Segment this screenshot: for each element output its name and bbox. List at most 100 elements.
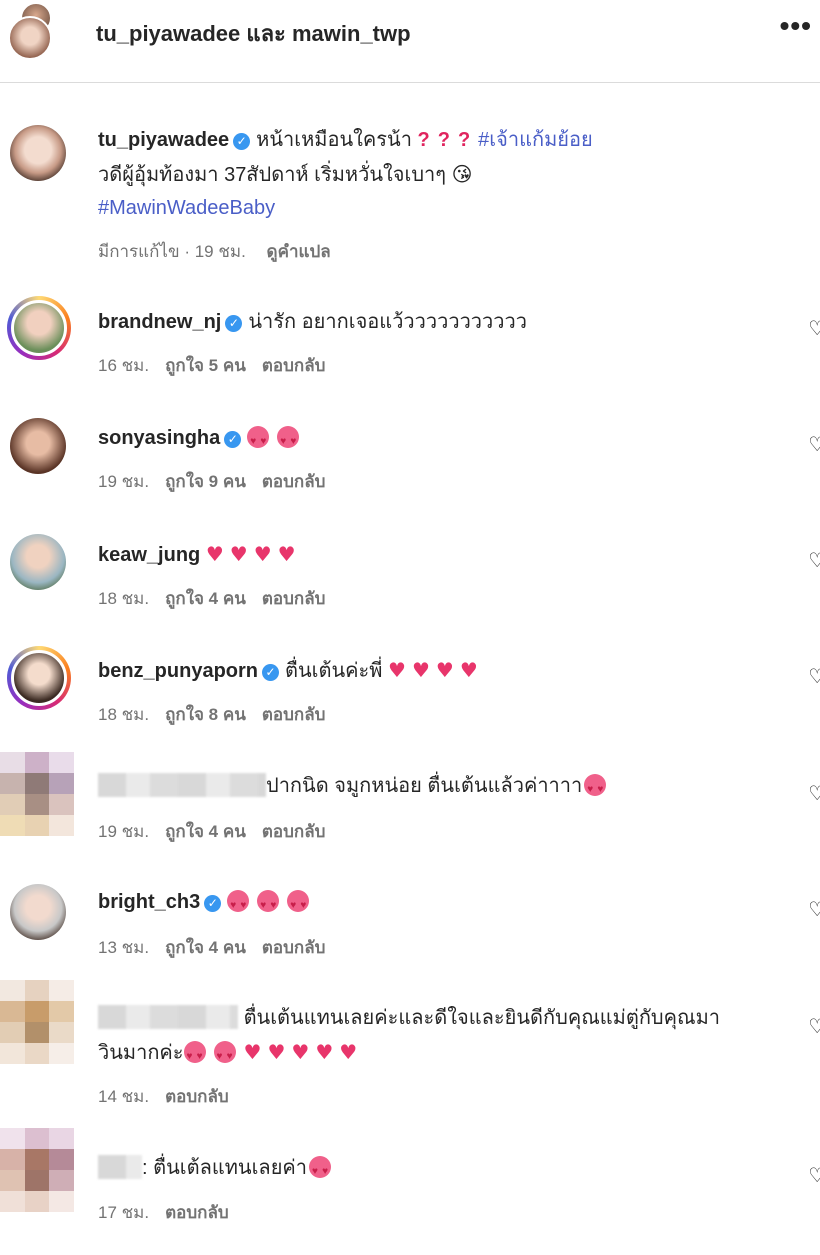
reply-button[interactable]: ตอบกลับ — [262, 589, 326, 608]
comment-likes[interactable]: ถูกใจ 8 คน — [165, 705, 246, 724]
comment-time: 19 ชม. — [98, 822, 150, 841]
comment-username[interactable]: keaw_jung — [98, 544, 200, 566]
avatar-blurred[interactable] — [0, 752, 74, 836]
hashtag-link[interactable]: #MawinWadeeBaby — [98, 197, 275, 219]
comment-2: sonyasingha ✓ — [98, 424, 307, 456]
more-options-icon[interactable]: ••• — [780, 10, 812, 42]
heart-outline-icon[interactable]: ♡ — [808, 316, 820, 341]
comment-likes[interactable]: ถูกใจ 4 คน — [165, 938, 246, 957]
reply-button[interactable]: ตอบกลับ — [262, 356, 326, 375]
reply-button[interactable]: ตอบกลับ — [262, 705, 326, 724]
comment-time: 18 ชม. — [98, 589, 150, 608]
comment-meta: 18 ชม. ถูกใจ 4 คน ตอบกลับ — [98, 585, 341, 612]
comment-time: 14 ชม. — [98, 1087, 150, 1106]
comment-text: : ตื่นเต้ลแทนเลยค่า — [142, 1157, 308, 1179]
comment-8: : ตื่นเต้ลแทนเลยค่า — [98, 1154, 339, 1186]
comment-likes[interactable]: ถูกใจ 4 คน — [165, 822, 246, 841]
comment-time: 18 ชม. — [98, 705, 150, 724]
heart-emoji: ♥ — [435, 658, 454, 682]
avatar-story-ring[interactable] — [7, 646, 71, 710]
heart-emoji: ♥ — [315, 1040, 334, 1064]
heart-outline-icon[interactable]: ♡ — [808, 781, 820, 806]
avatar-benz-punyaporn[interactable] — [11, 650, 67, 706]
post-header: tu_piyawadee และ mawin_twp ••• — [0, 0, 820, 83]
comment-text: วินมากค่ะ — [98, 1042, 184, 1064]
comment-meta: 19 ชม. ถูกใจ 4 คน ตอบกลับ — [98, 818, 341, 845]
comment-meta: 18 ชม. ถูกใจ 8 คน ตอบกลับ — [98, 701, 341, 728]
avatar-bright-ch3[interactable] — [10, 884, 66, 940]
reply-button[interactable]: ตอบกลับ — [262, 938, 326, 957]
avatar-blurred[interactable] — [0, 1128, 74, 1212]
heart-emoji: ♥ — [411, 658, 430, 682]
heart-emoji: ♥ — [339, 1040, 358, 1064]
comment-meta: 17 ชม. ตอบกลับ — [98, 1199, 245, 1226]
caption-time: มีการแก้ไข · 19 ชม. — [98, 242, 246, 261]
verified-badge-icon: ✓ — [262, 664, 280, 681]
avatar-story-ring[interactable] — [7, 296, 71, 360]
comment-username[interactable]: benz_punyaporn — [98, 660, 258, 682]
avatar-blurred[interactable] — [0, 980, 74, 1064]
reply-button[interactable]: ตอบกลับ — [165, 1087, 229, 1106]
comment-7-line-2: วินมากค่ะ♥ ♥♥ ♥ ♥ — [98, 1038, 363, 1071]
avatar-keaw-jung[interactable] — [10, 534, 66, 590]
comment-meta: 19 ชม. ถูกใจ 9 คน ตอบกลับ — [98, 468, 341, 495]
avatar-sonyasingha[interactable] — [10, 418, 66, 474]
caption-line-1: tu_piyawadee ✓ หน้าเหมือนใครน้า ??? #เจ้าแก… — [98, 126, 593, 154]
comment-likes[interactable]: ถูกใจ 5 คน — [165, 356, 246, 375]
caption-username[interactable]: tu_piyawadee — [98, 129, 229, 151]
heart-outline-icon[interactable]: ♡ — [808, 1163, 820, 1188]
verified-badge-icon: ✓ — [224, 431, 242, 448]
header-title[interactable]: tu_piyawadee และ mawin_twp — [96, 16, 411, 51]
heart-eyes-emoji — [213, 1041, 236, 1071]
comment-time: 17 ชม. — [98, 1203, 150, 1222]
comment-6: bright_ch3 ✓ — [98, 888, 317, 920]
caption-line-2: วดีผู้อุ้มท้องมา 37สัปดาห์ เริ่มหวั่นใจเ… — [98, 160, 472, 189]
comment-username[interactable]: brandnew_nj — [98, 311, 221, 333]
heart-eyes-emoji — [247, 426, 270, 456]
comment-likes[interactable]: ถูกใจ 9 คน — [165, 472, 246, 491]
heart-eyes-emoji — [257, 890, 280, 920]
reply-button[interactable]: ตอบกลับ — [262, 472, 326, 491]
kiss-emoji: 😘 — [451, 162, 473, 186]
heart-eyes-emoji — [584, 774, 607, 804]
caption-text-1: หน้าเหมือนใครน้า — [256, 129, 412, 151]
comment-username[interactable]: sonyasingha — [98, 427, 220, 449]
blurred-username — [98, 1155, 142, 1179]
heart-eyes-emoji — [183, 1041, 206, 1071]
blurred-username — [98, 773, 266, 797]
caption-line-3: #MawinWadeeBaby — [98, 194, 275, 222]
heart-eyes-emoji — [309, 1156, 332, 1186]
heart-emoji: ♥ — [388, 658, 406, 682]
comment-likes[interactable]: ถูกใจ 4 คน — [165, 589, 246, 608]
reply-button[interactable]: ตอบกลับ — [262, 822, 326, 841]
heart-outline-icon[interactable]: ♡ — [808, 548, 820, 573]
question-emoji: ? — [437, 129, 450, 151]
heart-emoji: ♥ — [253, 542, 272, 566]
avatar-tu-piyawadee[interactable] — [10, 125, 66, 181]
avatar-tu[interactable] — [8, 16, 52, 60]
heart-outline-icon[interactable]: ♡ — [808, 1014, 820, 1039]
avatar-brandnew-nj[interactable] — [11, 300, 67, 356]
heart-emoji: ♥ — [205, 542, 224, 566]
blurred-username — [98, 1005, 238, 1029]
reply-button[interactable]: ตอบกลับ — [165, 1203, 229, 1222]
heart-outline-icon[interactable]: ♡ — [808, 432, 820, 457]
comment-5: ปากนิด จมูกหน่อย ตื่นเต้นแล้วค่าาาา — [98, 772, 614, 804]
heart-eyes-emoji — [227, 890, 250, 920]
heart-emoji: ♥ — [229, 542, 248, 566]
heart-outline-icon[interactable]: ♡ — [808, 897, 820, 922]
comment-username[interactable]: bright_ch3 — [98, 891, 200, 913]
heart-outline-icon[interactable]: ♡ — [808, 664, 820, 689]
heart-emoji: ♥ — [291, 1040, 310, 1064]
comment-text: ปากนิด จมูกหน่อย ตื่นเต้นแล้วค่าาาา — [266, 775, 583, 797]
comment-text: ตื่นเต้นแทนเลยค่ะและดีใจและยินดีกับคุณแม… — [243, 1007, 720, 1029]
translate-link[interactable]: ดูคำแปล — [267, 242, 331, 261]
heart-emoji: ♥ — [243, 1040, 262, 1064]
hashtag-link[interactable]: #เจ้าแก้มย้อย — [478, 129, 593, 151]
comment-meta: 16 ชม. ถูกใจ 5 คน ตอบกลับ — [98, 352, 341, 379]
verified-badge-icon: ✓ — [204, 895, 222, 912]
comment-4: benz_punyaporn ✓ ตื่นเต้นค่ะพี่ ♥ ♥ ♥ ♥ — [98, 656, 484, 685]
verified-badge-icon: ✓ — [233, 133, 251, 150]
question-emoji: ? — [457, 129, 471, 151]
comment-3: keaw_jung ♥ ♥ ♥ ♥ — [98, 540, 302, 569]
